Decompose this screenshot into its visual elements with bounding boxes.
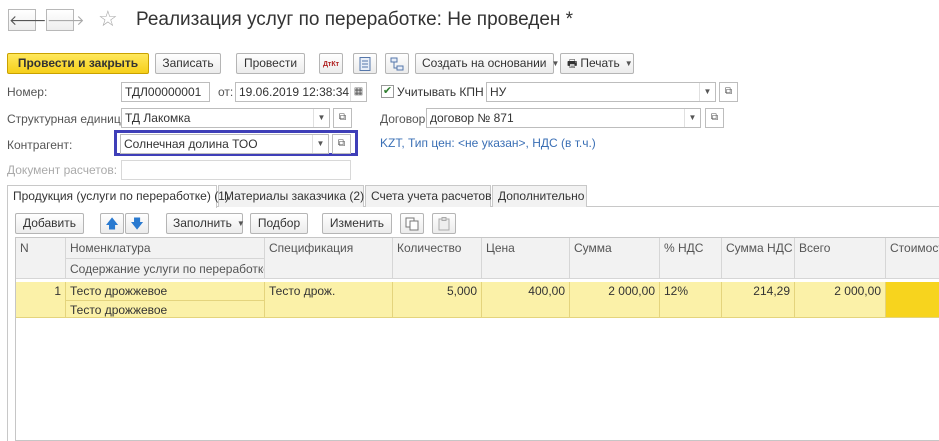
forward-button[interactable]: 🡒 [46, 9, 85, 31]
kpn-value: НУ [490, 85, 507, 99]
chevron-down-icon[interactable]: ▼ [699, 83, 715, 101]
page-title: Реализация услуг по переработке: Не пров… [136, 9, 574, 30]
cell-quantity[interactable]: 5,000 [393, 282, 482, 318]
number-field[interactable]: ТДЛ00000001 [121, 82, 210, 102]
products-table: N Номенклатура Содержание услуги по пере… [15, 237, 939, 441]
fill-button[interactable]: Заполнить ▼ [166, 213, 245, 234]
arrow-right-icon: 🡒 [47, 12, 85, 28]
paste-button[interactable] [432, 213, 456, 234]
contract-open-button[interactable]: ⧉ [705, 108, 724, 128]
open-window-icon: ⧉ [337, 138, 346, 149]
arrow-down-icon: 🡇 [130, 216, 144, 231]
post-button[interactable]: Провести [236, 53, 305, 74]
header-specification[interactable]: Спецификация [265, 238, 393, 279]
chevron-down-icon[interactable]: ▼ [684, 109, 700, 127]
list-button[interactable] [353, 53, 377, 74]
settlement-doc-label: Документ расчетов: [7, 163, 118, 177]
cell-sum[interactable]: 2 000,00 [570, 282, 660, 318]
counterparty-field[interactable]: Солнечная долина ТОО ▼ [120, 134, 329, 154]
structure-button[interactable] [385, 53, 409, 74]
post-and-close-button[interactable]: Провести и закрыть [7, 53, 149, 74]
header-quantity[interactable]: Количество [393, 238, 482, 279]
print-button[interactable]: 🖶 Печать ▼ [560, 53, 634, 74]
cell-cost[interactable] [886, 282, 939, 318]
chevron-down-icon[interactable]: ▼ [312, 135, 328, 153]
create-based-on-button[interactable]: Создать на основании ▼ [415, 53, 559, 74]
hierarchy-icon [390, 57, 404, 71]
header-cost[interactable]: Стоимость [886, 238, 939, 279]
header-nomenclature[interactable]: Номенклатура [66, 238, 265, 259]
save-button[interactable]: Записать [155, 53, 221, 74]
counterparty-label: Контрагент: [7, 138, 73, 152]
move-up-button[interactable]: 🡅 [100, 213, 124, 234]
unit-open-button[interactable]: ⧉ [333, 108, 352, 128]
date-field[interactable]: 19.06.2019 12:38:34 ▦ [235, 82, 367, 102]
cell-nomenclature[interactable]: Тесто дрожжевое [66, 282, 265, 301]
unit-label: Структурная единица: [7, 112, 131, 126]
tab-products[interactable]: Продукция (услуги по переработке) (1) [7, 185, 229, 208]
printer-icon: 🖶 [567, 58, 578, 70]
kpn-select[interactable]: НУ ▼ [486, 82, 716, 102]
header-vat-sum[interactable]: Сумма НДС [722, 238, 795, 279]
add-row-button[interactable]: Добавить [15, 213, 84, 234]
pick-button[interactable]: Подбор [250, 213, 308, 234]
copy-icon [405, 217, 419, 231]
arrow-up-icon: 🡅 [105, 216, 119, 231]
chevron-down-icon[interactable]: ▼ [313, 109, 329, 127]
header-total[interactable]: Всего [795, 238, 886, 279]
cell-vat-rate[interactable]: 12% [660, 282, 722, 318]
price-settings-link[interactable]: KZT, Тип цен: <не указан>, НДС (в т.ч.) [380, 136, 596, 150]
move-down-button[interactable]: 🡇 [125, 213, 149, 234]
open-window-icon: ⧉ [338, 112, 347, 123]
contract-label: Договор: [380, 112, 429, 126]
counterparty-open-button[interactable]: ⧉ [332, 134, 351, 154]
document-list-icon [359, 57, 371, 71]
unit-field[interactable]: ТД Лакомка ▼ [121, 108, 330, 128]
kpn-open-button[interactable]: ⧉ [719, 82, 738, 102]
create-based-on-label: Создать на основании [422, 56, 547, 70]
print-label: Печать [580, 56, 620, 70]
kpn-checkbox[interactable]: ✔ [381, 85, 394, 98]
calendar-icon[interactable]: ▦ [350, 83, 366, 101]
back-button[interactable]: 🡐 [8, 9, 47, 31]
change-button[interactable]: Изменить [322, 213, 392, 234]
copy-button[interactable] [400, 213, 424, 234]
tab-customer-materials[interactable]: Материалы заказчика (2) [218, 185, 364, 207]
paste-icon [438, 217, 450, 231]
cell-specification[interactable]: Тесто дрож. [265, 282, 393, 318]
number-label: Номер: [7, 85, 48, 99]
cell-total[interactable]: 2 000,00 [795, 282, 886, 318]
cell-n[interactable]: 1 [16, 282, 66, 318]
dt-kt-button[interactable]: ДтКт [319, 53, 343, 74]
settlement-doc-field[interactable] [121, 160, 351, 180]
unit-value: ТД Лакомка [125, 111, 191, 125]
favorite-star-icon[interactable]: ☆ [98, 6, 118, 32]
dropdown-arrow-icon: ▼ [624, 59, 633, 68]
dropdown-arrow-icon: ▼ [236, 219, 245, 228]
dropdown-arrow-icon: ▼ [551, 59, 560, 68]
header-sum[interactable]: Сумма [570, 238, 660, 279]
cell-vat-sum[interactable]: 214,29 [722, 282, 795, 318]
header-price[interactable]: Цена [482, 238, 570, 279]
tab-additional[interactable]: Дополнительно [492, 185, 587, 207]
header-vat-rate[interactable]: % НДС [660, 238, 722, 279]
contract-value: договор № 871 [430, 111, 514, 125]
header-service-content[interactable]: Содержание услуги по переработке [66, 259, 265, 279]
date-label: от: [218, 85, 234, 99]
checkmark-icon: ✔ [382, 85, 393, 97]
header-n[interactable]: N [16, 238, 66, 279]
fill-label: Заполнить [173, 216, 232, 230]
counterparty-value: Солнечная долина ТОО [124, 137, 258, 151]
dt-kt-icon: ДтКт [322, 61, 340, 68]
cell-service-content[interactable]: Тесто дрожжевое [66, 301, 265, 318]
arrow-left-icon: 🡐 [9, 12, 47, 28]
open-window-icon: ⧉ [724, 86, 733, 97]
contract-field[interactable]: договор № 871 ▼ [426, 108, 701, 128]
tab-settlement-accounts[interactable]: Счета учета расчетов [365, 185, 491, 207]
date-value: 19.06.2019 12:38:34 [239, 85, 350, 99]
cell-price[interactable]: 400,00 [482, 282, 570, 318]
kpn-label: Учитывать КПН [397, 85, 484, 99]
open-window-icon: ⧉ [710, 112, 719, 123]
